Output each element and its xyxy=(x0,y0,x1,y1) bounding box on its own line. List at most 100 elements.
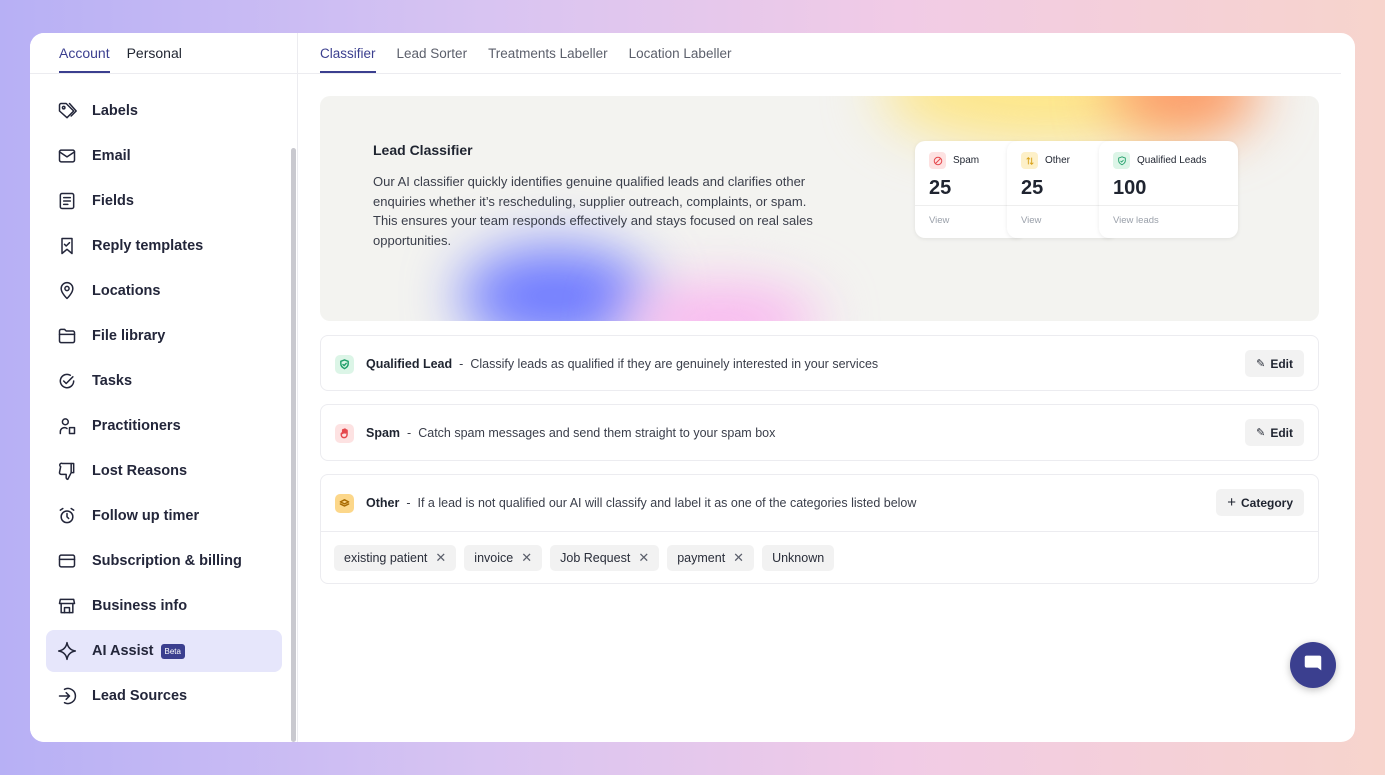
tag-icon xyxy=(56,100,78,122)
sidebar-item-lead-sources[interactable]: Lead Sources xyxy=(46,675,282,717)
sidebar-item-label: Email xyxy=(92,148,131,164)
category-chip: existing patient ✕ xyxy=(334,545,457,571)
stat-label: Spam xyxy=(953,155,980,166)
row-content: Other - If a lead is not qualified our A… xyxy=(335,475,916,531)
sidebar-item-labels[interactable]: Labels xyxy=(46,90,282,132)
sidebar-item-label: Labels xyxy=(92,103,138,119)
view-other-link[interactable]: View xyxy=(1021,215,1041,226)
lead-classifier-banner: Lead Classifier Our AI classifier quickl… xyxy=(320,96,1319,321)
close-icon[interactable]: ✕ xyxy=(521,550,532,566)
sidebar-item-label: Practitioners xyxy=(92,418,181,434)
sidebar-item-subscription-billing[interactable]: Subscription & billing xyxy=(46,540,282,582)
stat-header: Other xyxy=(1021,152,1070,169)
sidebar-item-ai-assist[interactable]: AI Assist Beta xyxy=(46,630,282,672)
main-content: Classifier Lead Sorter Treatments Labell… xyxy=(298,33,1341,742)
sidebar-item-label: AI Assist xyxy=(92,643,154,659)
shield-check-icon xyxy=(1113,152,1130,169)
stat-value: 25 xyxy=(1021,177,1044,199)
tab-account[interactable]: Account xyxy=(59,45,110,73)
fields-icon xyxy=(56,190,78,212)
tab-treatments-labeller[interactable]: Treatments Labeller xyxy=(488,46,608,73)
stat-card-qualified-leads: Qualified Leads 100 View leads xyxy=(1099,141,1238,238)
edit-spam-button[interactable]: ✎ Edit xyxy=(1245,419,1304,446)
ai-assist-tabs: Classifier Lead Sorter Treatments Labell… xyxy=(298,33,1341,74)
edit-qualified-lead-button[interactable]: ✎ Edit xyxy=(1245,350,1304,377)
stat-label: Other xyxy=(1045,155,1071,166)
classifier-row-other: Other - If a lead is not qualified our A… xyxy=(320,474,1319,584)
pencil-icon: ✎ xyxy=(1256,358,1266,370)
alarm-clock-icon xyxy=(56,505,78,527)
row-content: Qualified Lead - Classify leads as quali… xyxy=(335,336,878,392)
stat-header: Qualified Leads xyxy=(1113,152,1207,169)
sidebar-item-follow-up-timer[interactable]: Follow up timer xyxy=(46,495,282,537)
credit-card-icon xyxy=(56,550,78,572)
sign-in-icon xyxy=(56,685,78,707)
close-icon[interactable]: ✕ xyxy=(733,550,744,566)
classifier-row-qualified-lead: Qualified Lead - Classify leads as quali… xyxy=(320,335,1319,391)
sidebar-item-label: Tasks xyxy=(92,373,133,389)
tab-lead-sorter[interactable]: Lead Sorter xyxy=(397,46,468,73)
chip-label: Unknown xyxy=(772,551,825,565)
beta-badge: Beta xyxy=(160,643,185,659)
chip-label: Job Request xyxy=(560,551,631,565)
ban-icon xyxy=(929,152,946,169)
button-label: Category xyxy=(1240,495,1293,510)
sidebar-item-label: Subscription & billing xyxy=(92,553,242,569)
check-circle-icon xyxy=(56,370,78,392)
row-description: If a lead is not qualified our AI will c… xyxy=(417,496,917,510)
close-icon[interactable]: ✕ xyxy=(435,550,446,566)
row-separator: - xyxy=(406,496,411,510)
view-spam-link[interactable]: View xyxy=(929,215,949,226)
plus-icon: + xyxy=(1227,494,1236,511)
sidebar-item-fields[interactable]: Fields xyxy=(46,180,282,222)
sparkle-icon xyxy=(56,640,78,662)
decorative-blob xyxy=(460,246,650,321)
row-content: Spam - Catch spam messages and send them… xyxy=(335,405,775,461)
sidebar-item-business-info[interactable]: Business info xyxy=(46,585,282,627)
tab-personal[interactable]: Personal xyxy=(127,45,182,73)
view-leads-link[interactable]: View leads xyxy=(1113,215,1159,226)
hand-icon xyxy=(335,423,354,443)
row-title: Spam xyxy=(366,426,401,440)
sidebar-item-label: Follow up timer xyxy=(92,508,200,524)
sidebar-item-label: File library xyxy=(92,328,166,344)
tab-location-labeller[interactable]: Location Labeller xyxy=(629,46,732,73)
sidebar-item-tasks[interactable]: Tasks xyxy=(46,360,282,402)
split-icon xyxy=(1021,152,1038,169)
button-label: Edit xyxy=(1270,356,1293,371)
sidebar-item-locations[interactable]: Locations xyxy=(46,270,282,312)
sidebar-item-practitioners[interactable]: Practitioners xyxy=(46,405,282,447)
layers-icon xyxy=(335,493,354,513)
sidebar-item-file-library[interactable]: File library xyxy=(46,315,282,357)
thumbs-down-icon xyxy=(56,460,78,482)
stat-value: 25 xyxy=(929,177,952,199)
row-description: Catch spam messages and send them straig… xyxy=(418,426,776,440)
row-title: Other xyxy=(366,496,400,510)
sidebar-item-email[interactable]: Email xyxy=(46,135,282,177)
shield-check-icon xyxy=(335,354,354,374)
close-icon[interactable]: ✕ xyxy=(638,550,649,566)
category-chip: Job Request ✕ xyxy=(550,545,660,571)
chat-support-button[interactable] xyxy=(1290,642,1336,688)
tab-classifier[interactable]: Classifier xyxy=(320,46,376,73)
sidebar-scrollbar[interactable] xyxy=(291,148,296,742)
stat-label: Qualified Leads xyxy=(1137,155,1207,166)
mail-icon xyxy=(56,145,78,167)
hero-description: Our AI classifier quickly identifies gen… xyxy=(373,174,813,248)
sidebar-item-label: Lost Reasons xyxy=(92,463,188,479)
row-description: Classify leads as qualified if they are … xyxy=(470,357,879,371)
user-icon xyxy=(56,415,78,437)
app-window: Account Personal Labels Email Fields Rep… xyxy=(30,33,1355,742)
sidebar-item-label: Lead Sources xyxy=(92,688,188,704)
category-chips: existing patient ✕ invoice ✕ Job Request… xyxy=(321,531,1318,571)
category-chip: invoice ✕ xyxy=(464,545,543,571)
add-category-button[interactable]: + Category xyxy=(1216,489,1304,516)
sidebar-item-reply-templates[interactable]: Reply templates xyxy=(46,225,282,267)
bookmark-icon xyxy=(56,235,78,257)
decorative-blob xyxy=(620,286,820,321)
sidebar-item-label: Reply templates xyxy=(92,238,204,254)
sidebar-item-lost-reasons[interactable]: Lost Reasons xyxy=(46,450,282,492)
sidebar-nav: Labels Email Fields Reply templates Loca… xyxy=(46,90,282,720)
category-chip: payment ✕ xyxy=(667,545,755,571)
hero-title: Lead Classifier xyxy=(373,142,473,158)
